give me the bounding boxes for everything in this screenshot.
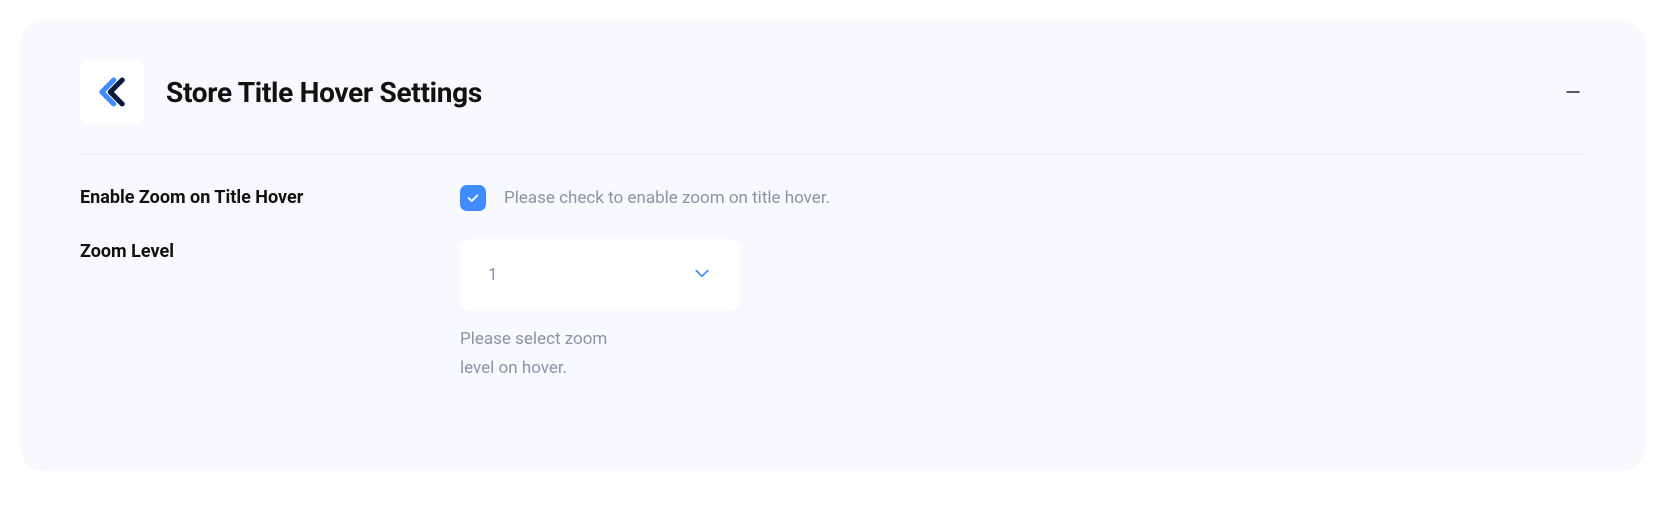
enable-zoom-help: Please check to enable zoom on title hov…: [504, 188, 830, 208]
zoom-level-select-wrapper: 1 Please select zoom level on hover.: [460, 239, 740, 383]
chevron-down-icon: [692, 263, 712, 287]
enable-zoom-checkbox-row: Please check to enable zoom on title hov…: [460, 185, 830, 211]
zoom-level-row: Zoom Level 1 Please select zoom level on…: [80, 239, 1585, 383]
zoom-level-select[interactable]: 1: [460, 239, 740, 311]
enable-zoom-control: Please check to enable zoom on title hov…: [460, 185, 830, 211]
brand-logo: [80, 60, 144, 124]
zoom-level-label: Zoom Level: [80, 239, 460, 262]
zoom-level-control: 1 Please select zoom level on hover.: [460, 239, 740, 383]
settings-panel: Store Title Hover Settings Enable Zoom o…: [20, 20, 1645, 471]
collapse-button[interactable]: [1561, 80, 1585, 104]
enable-zoom-row: Enable Zoom on Title Hover Please check …: [80, 185, 1585, 211]
brand-logo-icon: [95, 75, 129, 109]
zoom-level-help: Please select zoom level on hover.: [460, 325, 640, 383]
zoom-level-value: 1: [488, 265, 498, 285]
panel-header-left: Store Title Hover Settings: [80, 60, 482, 124]
enable-zoom-checkbox[interactable]: [460, 185, 486, 211]
panel-title: Store Title Hover Settings: [166, 76, 482, 109]
minus-icon: [1564, 83, 1582, 101]
panel-header: Store Title Hover Settings: [80, 60, 1585, 155]
check-icon: [466, 191, 480, 205]
enable-zoom-label: Enable Zoom on Title Hover: [80, 185, 460, 208]
